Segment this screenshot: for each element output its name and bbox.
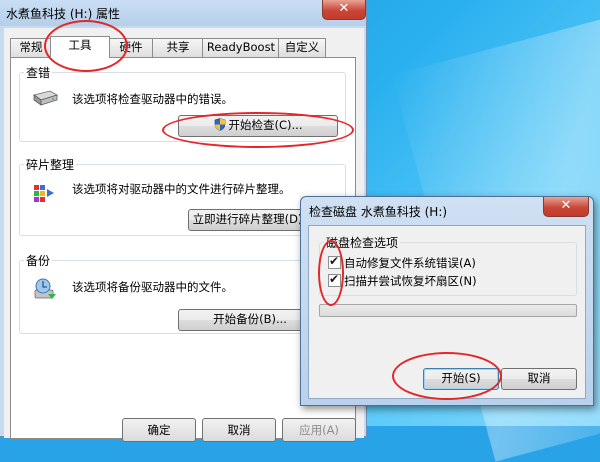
tab-sharing-label: 共享 — [166, 40, 190, 54]
backup-label: 备份 — [24, 252, 53, 269]
defrag-description: 该选项将对驱动器中的文件进行碎片整理。 — [72, 182, 291, 196]
start-check-button[interactable]: 开始检查(C)... — [178, 115, 338, 137]
checkmark-icon: ✔ — [329, 272, 340, 286]
dialog-client: 磁盘检查选项 ✔ 自动修复文件系统错误(A) ✔ 扫描并尝试恢复坏扇区(N) 开始(… — [308, 225, 586, 399]
scan-sectors-label: 扫描并尝试恢复坏扇区(N) — [344, 274, 477, 288]
tab-general[interactable]: 常规 — [10, 38, 52, 57]
disk-check-options-label: 磁盘检查选项 — [324, 234, 401, 251]
defrag-icon — [32, 181, 56, 208]
tab-customize-label: 自定义 — [284, 40, 320, 54]
ok-label: 确定 — [147, 423, 171, 437]
start-backup-label: 开始备份(B)... — [213, 312, 287, 326]
scan-sectors-option[interactable]: ✔ 扫描并尝试恢复坏扇区(N) — [328, 272, 477, 289]
ok-button[interactable]: 确定 — [122, 418, 196, 442]
tab-sharing[interactable]: 共享 — [152, 38, 204, 57]
disk-check-options-group: 磁盘检查选项 ✔ 自动修复文件系统错误(A) ✔ 扫描并尝试恢复坏扇区(N) — [319, 234, 577, 296]
backup-description: 该选项将备份驱动器中的文件。 — [72, 280, 233, 294]
properties-title: 水煮鱼科技 (H:) 属性 — [6, 7, 121, 21]
checkmark-icon: ✔ — [329, 254, 340, 268]
tab-tools-label: 工具 — [68, 38, 92, 52]
close-icon: ✕ — [560, 198, 572, 213]
backup-group: 备份 该选项将备份驱动器中的文件。 开始备份(B)... — [19, 252, 346, 334]
start-check-label: 开始检查(C)... — [228, 118, 303, 132]
apply-label: 应用(A) — [299, 423, 339, 437]
properties-close-button[interactable]: ✕ — [322, 0, 366, 20]
error-check-description: 该选项将检查驱动器中的错误。 — [72, 92, 233, 106]
dialog-cancel-label: 取消 — [527, 371, 551, 385]
scan-sectors-checkbox[interactable]: ✔ — [328, 272, 341, 287]
fix-errors-checkbox[interactable]: ✔ — [328, 254, 341, 269]
tab-general-label: 常规 — [19, 40, 43, 54]
tab-customize[interactable]: 自定义 — [278, 38, 326, 57]
check-disk-dialog: 检查磁盘 水煮鱼科技 (H:) ✕ 磁盘检查选项 ✔ 自动修复文件系统错误(A) … — [300, 196, 594, 406]
fix-errors-label: 自动修复文件系统错误(A) — [344, 256, 476, 270]
defrag-now-button[interactable]: 立即进行碎片整理(D)... — [188, 209, 318, 231]
close-icon: ✕ — [338, 1, 350, 16]
error-check-label: 查错 — [24, 64, 53, 81]
tab-hardware[interactable]: 硬件 — [108, 38, 154, 57]
start-label: 开始(S) — [441, 371, 481, 385]
dialog-cancel-button[interactable]: 取消 — [501, 368, 577, 390]
tab-readyboost-label: ReadyBoost — [206, 40, 276, 54]
properties-titlebar[interactable]: 水煮鱼科技 (H:) 属性 ✕ — [0, 0, 366, 26]
error-check-group: 查错 该选项将检查驱动器中的错误。 开始检查(C)... — [19, 64, 346, 142]
backup-icon — [32, 277, 58, 306]
uac-shield-icon — [214, 118, 226, 136]
tab-hardware-label: 硬件 — [119, 40, 143, 54]
tab-readyboost[interactable]: ReadyBoost — [202, 38, 280, 57]
apply-button[interactable]: 应用(A) — [282, 418, 356, 442]
dialog-title: 检查磁盘 水煮鱼科技 (H:) — [309, 205, 448, 219]
dialog-close-button[interactable]: ✕ — [543, 197, 589, 217]
defrag-group: 碎片整理 该选项将对驱动器中的文件进行碎片整理。 立即进行碎片整理(D)... — [19, 156, 346, 236]
fix-errors-option[interactable]: ✔ 自动修复文件系统错误(A) — [328, 254, 476, 271]
defrag-now-label: 立即进行碎片整理(D)... — [192, 212, 314, 226]
cancel-label: 取消 — [227, 423, 251, 437]
check-progress-bar — [319, 304, 577, 317]
cancel-button[interactable]: 取消 — [202, 418, 276, 442]
defrag-label: 碎片整理 — [24, 156, 77, 173]
start-button[interactable]: 开始(S) — [423, 368, 499, 390]
tab-tools[interactable]: 工具 — [50, 36, 110, 58]
hard-drive-icon — [32, 89, 58, 110]
